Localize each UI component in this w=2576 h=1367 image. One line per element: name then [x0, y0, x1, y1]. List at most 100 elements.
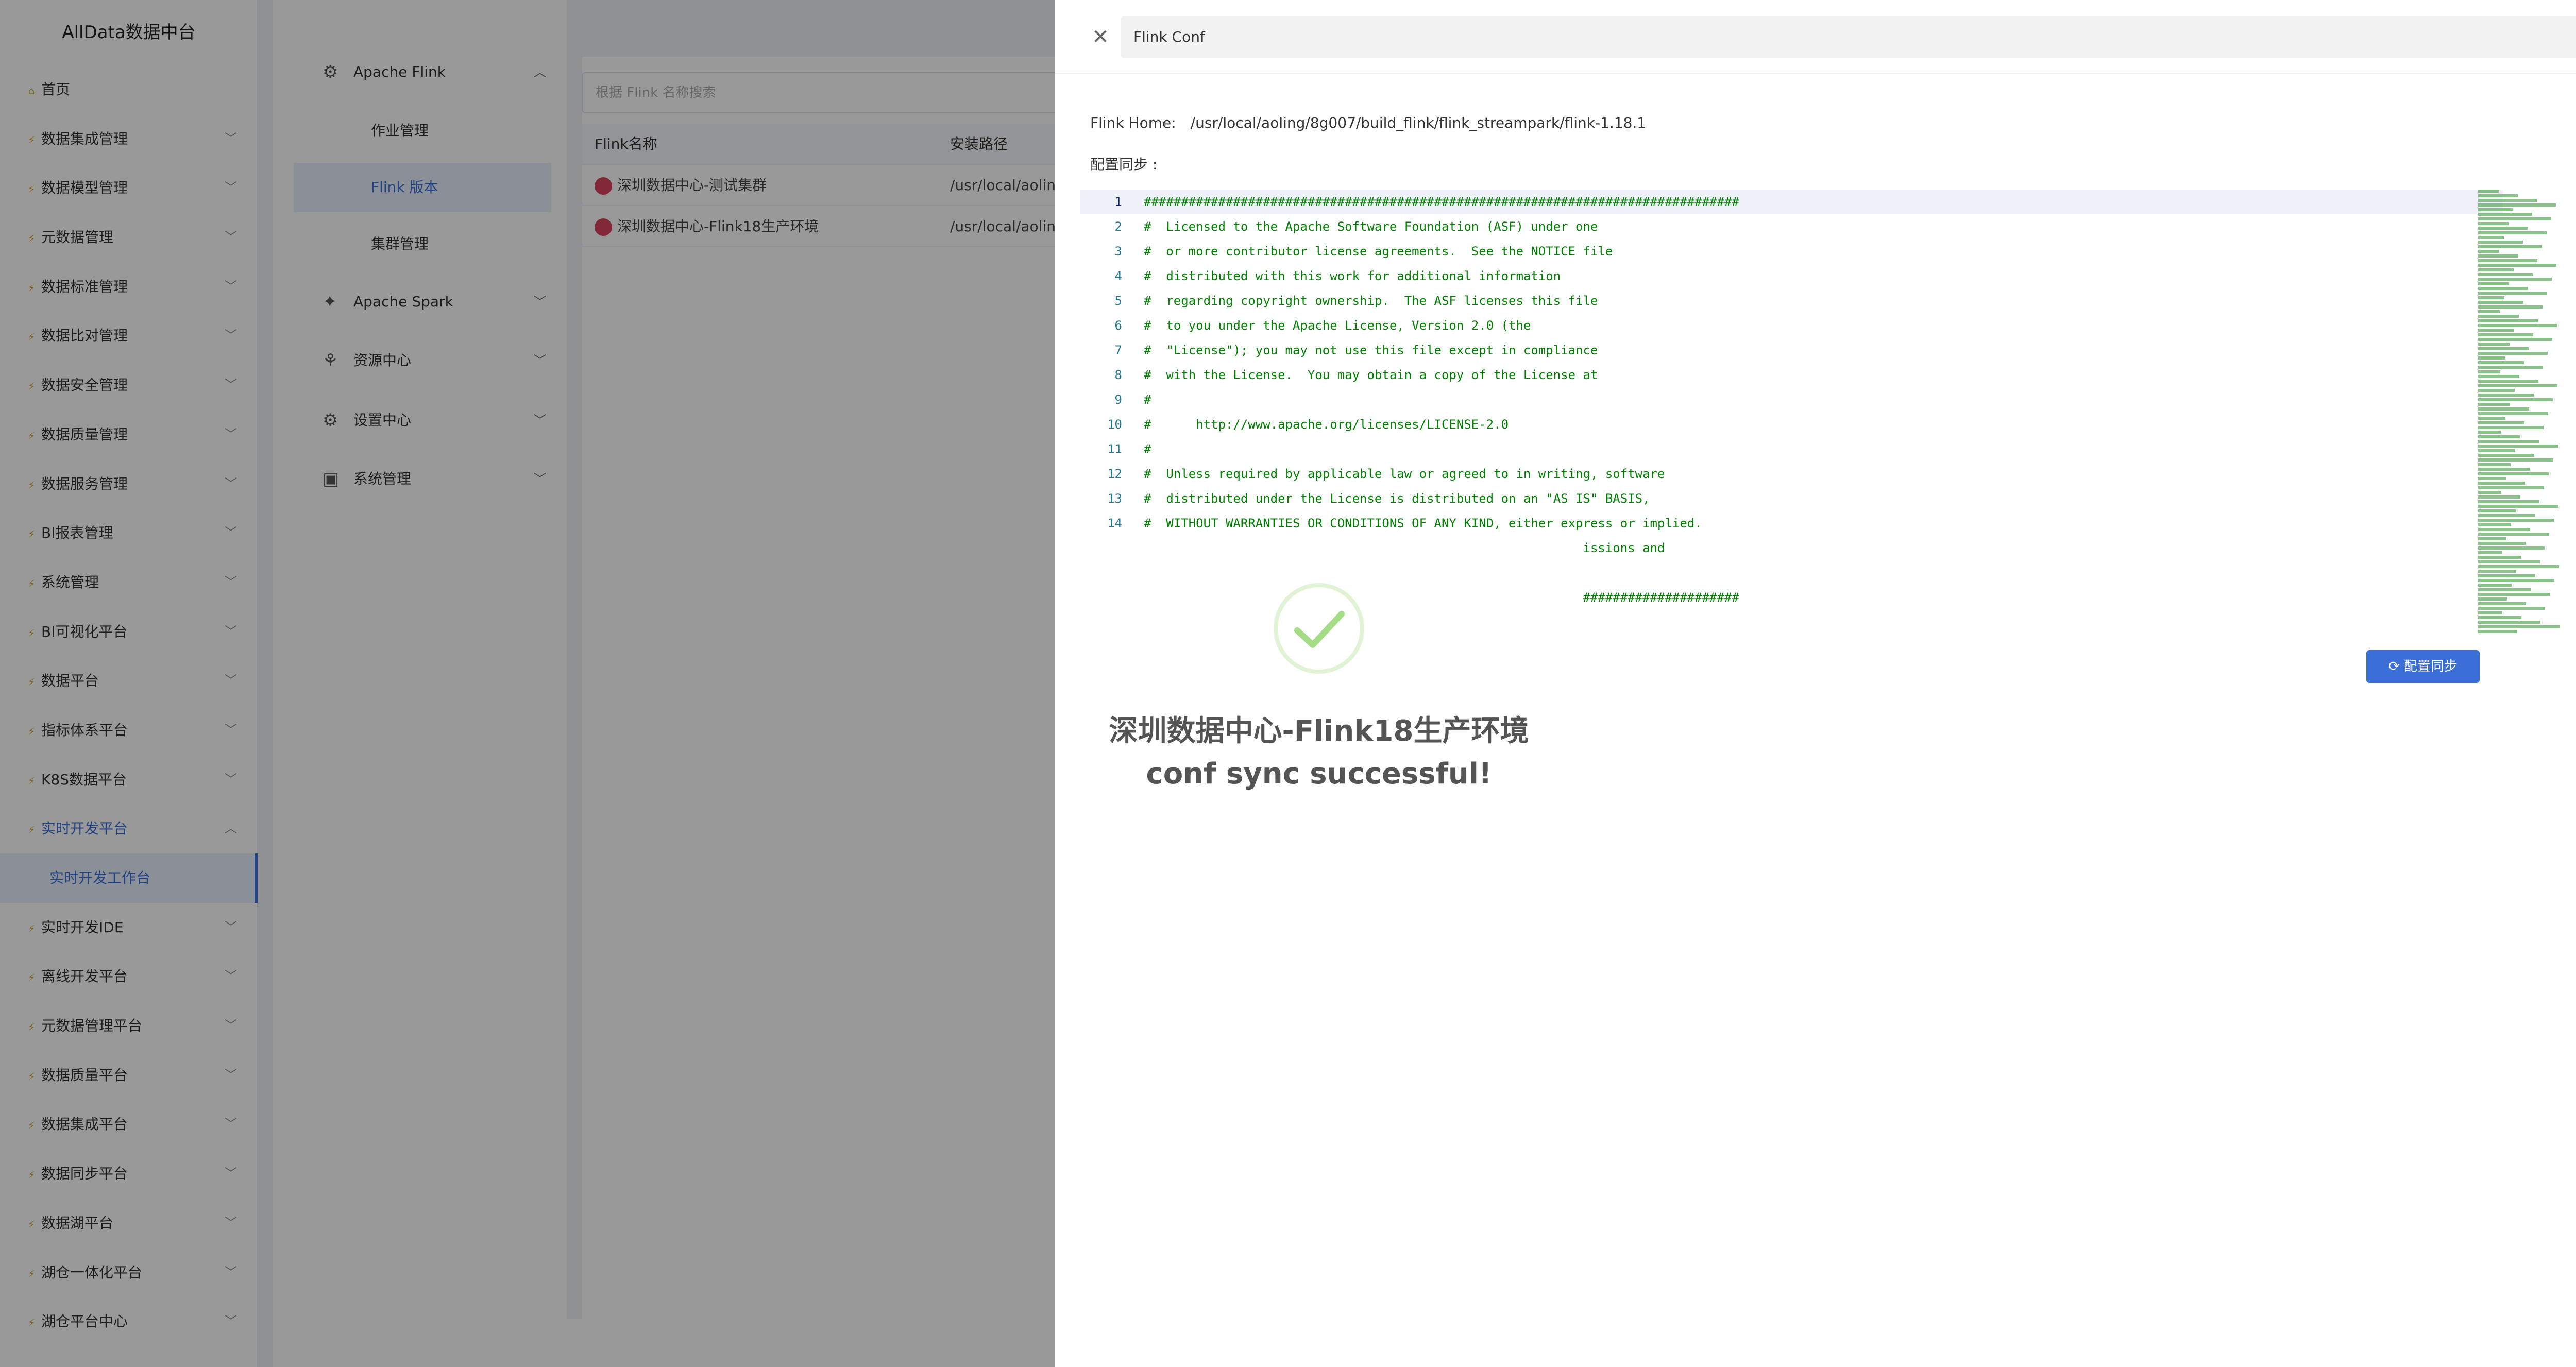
minimap-line [2478, 366, 2543, 369]
code-text: # to you under the Apache License, Versi… [1144, 318, 1531, 333]
minimap-line [2478, 621, 2540, 624]
minimap-line [2478, 370, 2500, 373]
minimap-line [2478, 523, 2511, 526]
code-line: 12 # Unless required by applicable law or… [1080, 462, 2503, 486]
minimap-line [2478, 435, 2520, 438]
minimap-line [2478, 398, 2553, 401]
code-line: 2 # Licensed to the Apache Software Found… [1080, 214, 2503, 239]
minimap-line [2478, 324, 2557, 327]
minimap-line [2478, 217, 2551, 220]
minimap-line [2478, 533, 2549, 536]
config-sync-button[interactable]: ⟳ 配置同步 [2366, 650, 2480, 683]
minimap-line [2478, 208, 2513, 211]
minimap-line [2478, 491, 2501, 494]
code-line: 8 # with the License. You may obtain a co… [1080, 363, 2503, 387]
minimap-line [2478, 343, 2510, 346]
minimap-line [2478, 477, 2506, 480]
minimap-line [2478, 417, 2505, 420]
minimap-line [2478, 500, 2539, 503]
line-number: 6 [1114, 318, 1122, 333]
minimap-line [2478, 482, 2525, 485]
code-text: # with the License. You may obtain a cop… [1144, 368, 1598, 382]
minimap-line [2478, 574, 2535, 577]
line-number: 3 [1114, 244, 1122, 259]
minimap-line [2478, 203, 2556, 207]
minimap-line [2478, 551, 2502, 554]
code-line: 4 # distributed with this work for additi… [1080, 264, 2503, 288]
line-number: 8 [1114, 368, 1122, 382]
minimap-line [2478, 194, 2518, 197]
minimap-line [2478, 458, 2553, 462]
minimap-line [2478, 190, 2499, 193]
success-check-icon [1274, 583, 1364, 674]
minimap-line [2478, 315, 2519, 318]
minimap-line [2478, 468, 2530, 471]
minimap-line [2478, 556, 2521, 559]
minimap-line [2478, 412, 2548, 415]
minimap-line [2478, 519, 2554, 522]
minimap-line [2478, 338, 2552, 341]
flink-home-value: /usr/local/aoling/8g007/build_flink/flin… [1190, 114, 1647, 131]
minimap-line [2478, 625, 2560, 628]
code-text: # WITHOUT WARRANTIES OR CONDITIONS OF AN… [1144, 516, 1702, 531]
minimap-line [2478, 440, 2539, 443]
minimap-line [2478, 254, 2518, 258]
minimap-line [2478, 426, 2544, 429]
code-line: 14 # WITHOUT WARRANTIES OR CONDITIONS OF … [1080, 511, 2503, 536]
minimap-line [2478, 394, 2534, 397]
minimap-line [2478, 403, 2510, 406]
line-number: 7 [1114, 343, 1122, 357]
line-number: 9 [1114, 392, 1122, 407]
minimap-line [2478, 472, 2549, 475]
minimap-line [2478, 296, 2504, 299]
code-text: # Licensed to the Apache Software Founda… [1144, 219, 1598, 234]
minimap-line [2478, 375, 2519, 378]
minimap-line [2478, 588, 2531, 591]
watermark: CSDN @AllData公司负责人 [2025, 1304, 2576, 1362]
minimap-line [2478, 278, 2552, 281]
code-text: # [1144, 392, 1151, 407]
flink-home-row: Flink Home: /usr/local/aoling/8g007/build… [1090, 114, 1646, 131]
minimap-line [2478, 584, 2512, 587]
minimap-line [2478, 463, 2511, 466]
minimap-line [2478, 528, 2530, 531]
minimap-line [2478, 570, 2516, 573]
close-icon[interactable]: ✕ [1086, 23, 1115, 52]
code-text: # Unless required by applicable law or a… [1144, 467, 1665, 481]
code-line: 3 # or more contributor license agreement… [1080, 239, 2503, 264]
code-text: # "License"); you may not use this file … [1144, 343, 1598, 357]
config-sync-label: 配置同步 : [1090, 156, 1158, 173]
minimap-line [2478, 231, 2547, 234]
minimap-line [2478, 227, 2528, 230]
line-number: 4 [1114, 269, 1122, 283]
editor-minimap[interactable] [2478, 190, 2566, 643]
minimap-line [2478, 616, 2521, 619]
minimap-line [2478, 264, 2556, 267]
minimap-line [2478, 361, 2524, 364]
minimap-line [2478, 287, 2528, 290]
code-line: 9 # [1080, 387, 2503, 412]
minimap-line [2478, 241, 2523, 244]
minimap-line [2478, 384, 2557, 387]
minimap-line [2478, 560, 2540, 563]
line-number: 14 [1107, 516, 1122, 531]
minimap-line [2478, 389, 2515, 392]
code-text: # or more contributor license agreements… [1144, 244, 1613, 259]
alert-message: conf sync successful! [1146, 757, 1492, 791]
minimap-line [2478, 222, 2509, 225]
refresh-icon: ⟳ [2388, 659, 2400, 674]
code-line: 10 # http://www.apache.org/licenses/LICEN… [1080, 412, 2503, 437]
code-line: 7 # "License"); you may not use this file… [1080, 338, 2503, 363]
code-text: # [1144, 442, 1151, 456]
drawer-title: Flink Conf [1133, 28, 1205, 45]
code-text: # regarding copyright ownership. The ASF… [1144, 294, 1598, 308]
code-text: # distributed under the License is distr… [1144, 491, 1650, 506]
minimap-line [2478, 486, 2544, 489]
minimap-line [2478, 593, 2550, 596]
minimap-line [2478, 347, 2529, 350]
minimap-line [2478, 431, 2501, 434]
line-number: 5 [1114, 294, 1122, 308]
code-text: # distributed with this work for additio… [1144, 269, 1561, 283]
minimap-line [2478, 250, 2499, 253]
minimap-line [2478, 454, 2534, 457]
